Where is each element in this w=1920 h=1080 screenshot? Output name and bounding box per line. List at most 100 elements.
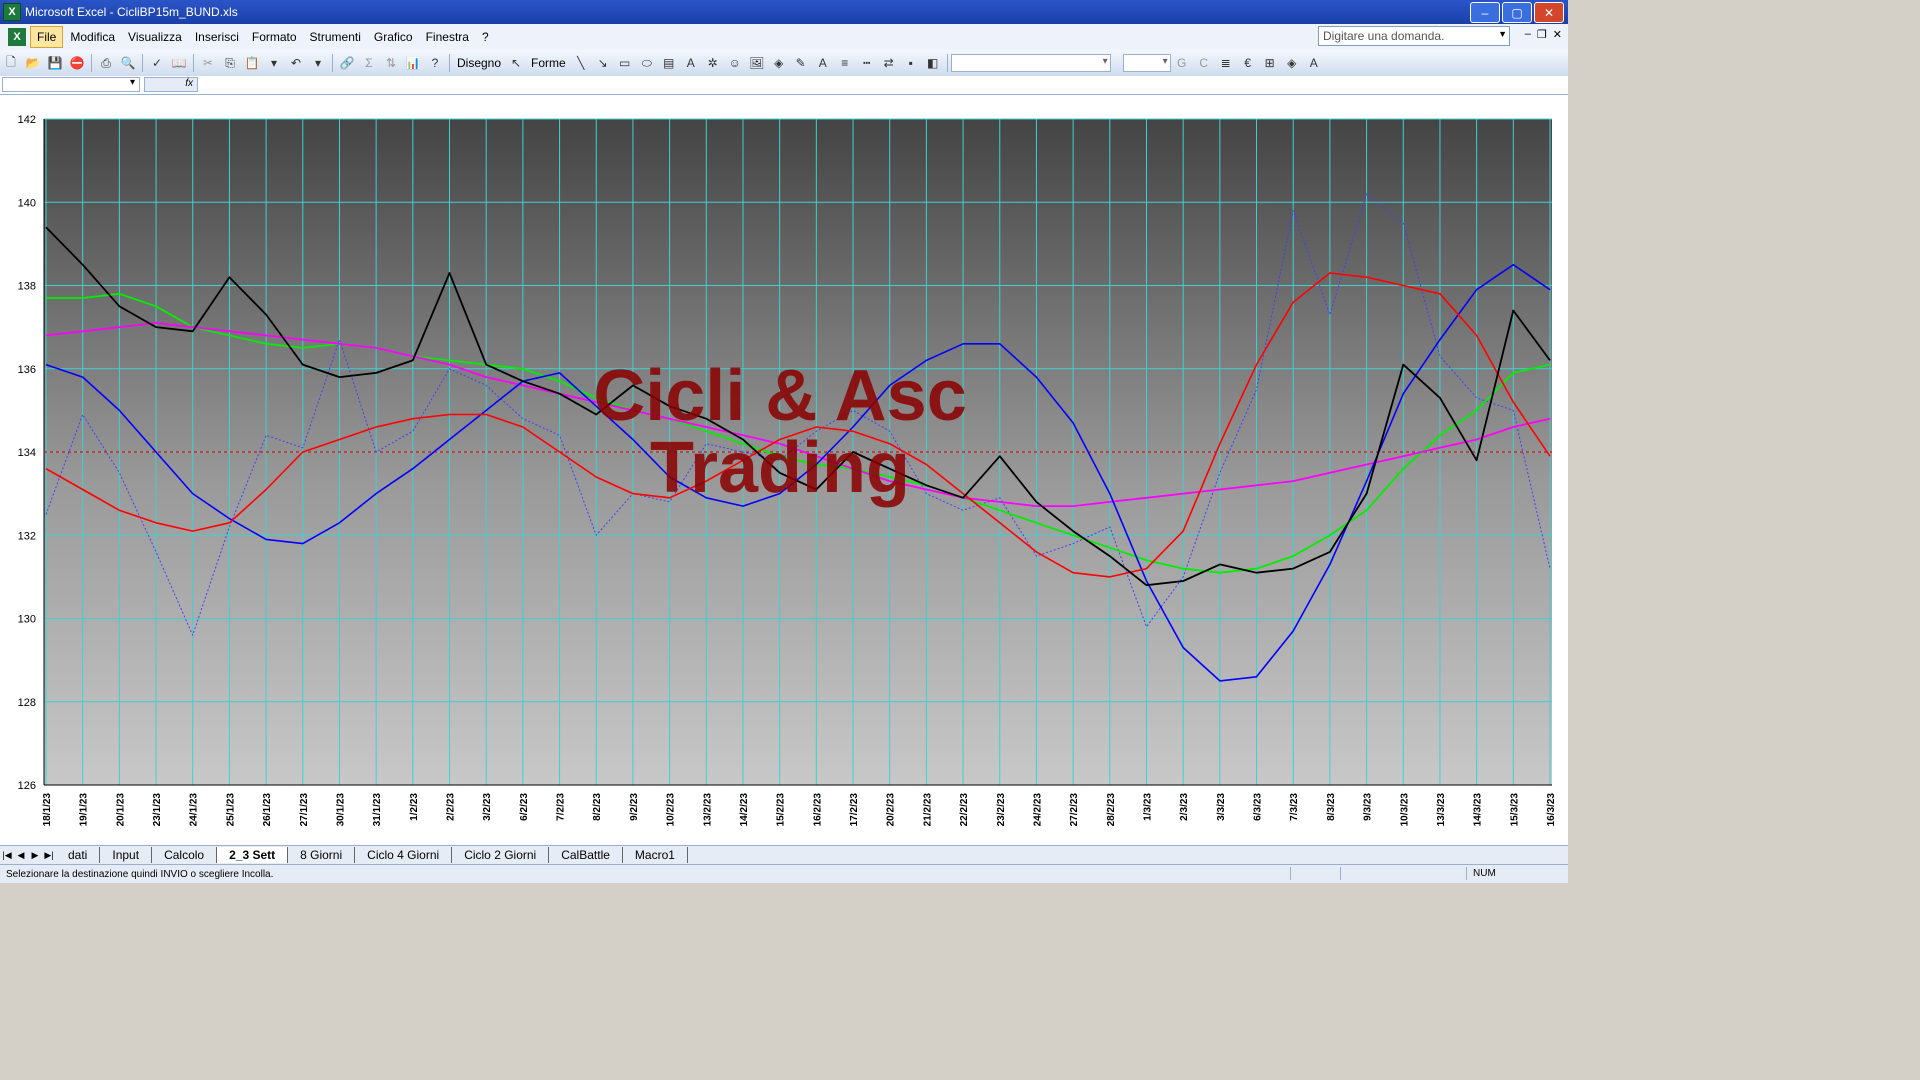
fill-color-2-icon[interactable]: ◈ bbox=[1282, 53, 1302, 73]
paste-icon[interactable]: 📋 bbox=[242, 53, 262, 73]
sort-icon[interactable]: ⇅ bbox=[381, 53, 401, 73]
sheet-tab-dati[interactable]: dati bbox=[56, 847, 101, 863]
3d-icon[interactable]: ◧ bbox=[923, 53, 943, 73]
prev-sheet-icon[interactable]: ◀ bbox=[14, 850, 28, 861]
x-tick-label: 16/3/23 bbox=[1546, 793, 1557, 827]
maximize-button[interactable]: ▢ bbox=[1502, 2, 1532, 23]
title-bar: X Microsoft Excel - CicliBP15m_BUND.xls … bbox=[0, 0, 1568, 24]
arrow-icon[interactable]: ↘ bbox=[593, 53, 613, 73]
autoshapes-menu[interactable]: Forme bbox=[527, 56, 570, 70]
workbook-restore-button[interactable]: ❐ bbox=[1537, 28, 1547, 41]
x-tick-label: 15/3/23 bbox=[1509, 793, 1520, 827]
sheet-tab-2-3-sett[interactable]: 2_3 Sett bbox=[217, 847, 289, 863]
chevron-down-icon[interactable]: ▼ bbox=[1498, 29, 1507, 39]
chart-wizard-icon[interactable]: 📊 bbox=[403, 53, 423, 73]
insert-function-button[interactable]: fx bbox=[144, 77, 198, 92]
y-tick-label: 134 bbox=[18, 447, 36, 459]
clipart-icon[interactable]: ☺ bbox=[725, 53, 745, 73]
workbook-icon[interactable]: X bbox=[8, 28, 26, 46]
menu-file[interactable]: File bbox=[30, 26, 64, 48]
undo-icon[interactable]: ↶ bbox=[286, 53, 306, 73]
minimize-button[interactable]: – bbox=[1470, 2, 1500, 23]
align-center-icon[interactable]: ≣ bbox=[1216, 53, 1236, 73]
textbox-icon[interactable]: ▤ bbox=[659, 53, 679, 73]
sheet-tab-macro1[interactable]: Macro1 bbox=[622, 847, 688, 863]
print-preview-icon[interactable]: 🔍 bbox=[118, 53, 138, 73]
paste-dropdown-icon[interactable]: ▾ bbox=[264, 53, 284, 73]
sheet-tab-ciclo-2-giorni[interactable]: Ciclo 2 Giorni bbox=[452, 847, 550, 863]
hyperlink-icon[interactable]: 🔗 bbox=[337, 53, 357, 73]
line-color-icon[interactable]: ✎ bbox=[791, 53, 811, 73]
workbook-minimize-button[interactable]: – bbox=[1525, 28, 1531, 41]
help-icon[interactable]: ? bbox=[425, 53, 445, 73]
permission-icon[interactable]: ⛔ bbox=[67, 53, 87, 73]
autosum-icon[interactable]: Σ bbox=[359, 53, 379, 73]
toolbar-separator bbox=[449, 54, 450, 72]
font-color-icon[interactable]: A bbox=[813, 53, 833, 73]
sheet-tab-8-giorni[interactable]: 8 Giorni bbox=[288, 847, 356, 863]
wordart-icon[interactable]: A bbox=[681, 53, 701, 73]
toolbar-separator bbox=[946, 54, 948, 72]
price-chart[interactable]: 126 128 130 132 134 136 138 140 142 18/1/23 19/1/… bbox=[0, 95, 1568, 845]
menu-help[interactable]: ? bbox=[476, 27, 495, 47]
menu-finestra[interactable]: Finestra bbox=[420, 27, 475, 47]
sheet-tab-calcolo[interactable]: Calcolo bbox=[152, 847, 218, 863]
y-tick-label: 136 bbox=[18, 364, 36, 376]
cut-icon[interactable]: ✂ bbox=[198, 53, 218, 73]
x-tick-label: 14/3/23 bbox=[1473, 793, 1484, 827]
y-tick-label: 138 bbox=[18, 281, 36, 293]
x-tick-label: 10/3/23 bbox=[1399, 793, 1410, 827]
oval-icon[interactable]: ⬭ bbox=[637, 53, 657, 73]
rectangle-icon[interactable]: ▭ bbox=[615, 53, 635, 73]
menu-formato[interactable]: Formato bbox=[246, 27, 303, 47]
spelling-icon[interactable]: ✓ bbox=[147, 53, 167, 73]
workbook-close-button[interactable]: ✕ bbox=[1553, 28, 1562, 41]
menu-inserisci[interactable]: Inserisci bbox=[189, 27, 245, 47]
sheet-tab-calbattle[interactable]: CalBattle bbox=[549, 847, 623, 863]
x-tick-label: 22/2/23 bbox=[959, 793, 970, 827]
toolbar: 🗋 📂 💾 ⛔ ⎙ 🔍 ✓ 📖 ✂ ⎘ 📋 ▾ ↶ ▾ 🔗 Σ ⇅ 📊 ? Di… bbox=[0, 50, 1568, 77]
select-objects-icon[interactable]: ↖ bbox=[506, 53, 526, 73]
line-icon[interactable]: ╲ bbox=[571, 53, 591, 73]
undo-dropdown-icon[interactable]: ▾ bbox=[308, 53, 328, 73]
draw-menu[interactable]: Disegno bbox=[453, 56, 505, 70]
font-name-combo[interactable] bbox=[950, 54, 1111, 72]
font-size-combo[interactable] bbox=[1122, 54, 1171, 72]
excel-app-icon[interactable]: X bbox=[3, 3, 21, 21]
fill-color-icon[interactable]: ◈ bbox=[769, 53, 789, 73]
shadow-icon[interactable]: ▪ bbox=[901, 53, 921, 73]
save-icon[interactable]: 💾 bbox=[45, 53, 65, 73]
borders-icon[interactable]: ⊞ bbox=[1260, 53, 1280, 73]
research-icon[interactable]: 📖 bbox=[169, 53, 189, 73]
menu-modifica[interactable]: Modifica bbox=[64, 27, 121, 47]
window-title: Microsoft Excel - CicliBP15m_BUND.xls bbox=[25, 5, 238, 19]
chart-area[interactable]: 126 128 130 132 134 136 138 140 142 18/1/23 19/1/… bbox=[0, 95, 1568, 845]
picture-icon[interactable]: 🖼 bbox=[747, 53, 767, 73]
menu-visualizza[interactable]: Visualizza bbox=[122, 27, 188, 47]
close-button[interactable]: ✕ bbox=[1534, 2, 1564, 23]
euro-icon[interactable]: € bbox=[1238, 53, 1258, 73]
print-icon[interactable]: ⎙ bbox=[96, 53, 116, 73]
font-color-2-icon[interactable]: A bbox=[1304, 53, 1324, 73]
new-icon[interactable]: 🗋 bbox=[1, 53, 21, 73]
copy-icon[interactable]: ⎘ bbox=[220, 53, 240, 73]
last-sheet-icon[interactable]: ▶| bbox=[42, 850, 56, 861]
bold-icon[interactable]: G bbox=[1172, 53, 1192, 73]
sheet-tab-input[interactable]: Input bbox=[100, 847, 153, 863]
menu-grafico[interactable]: Grafico bbox=[368, 27, 419, 47]
sheet-tab-ciclo-4-giorni[interactable]: Ciclo 4 Giorni bbox=[355, 847, 453, 863]
x-tick-label: 3/3/23 bbox=[1216, 793, 1227, 821]
arrow-style-icon[interactable]: ⇄ bbox=[879, 53, 899, 73]
open-icon[interactable]: 📂 bbox=[23, 53, 43, 73]
line-style-icon[interactable]: ≡ bbox=[835, 53, 855, 73]
help-question-input[interactable]: Digitare una domanda. ▼ bbox=[1318, 26, 1510, 46]
x-tick-label: 18/1/23 bbox=[42, 793, 53, 827]
toolbar-separator bbox=[91, 54, 92, 72]
name-box[interactable] bbox=[2, 77, 140, 92]
dash-style-icon[interactable]: ┅ bbox=[857, 53, 877, 73]
menu-strumenti[interactable]: Strumenti bbox=[304, 27, 367, 47]
next-sheet-icon[interactable]: ▶ bbox=[28, 850, 42, 861]
diagram-icon[interactable]: ✲ bbox=[703, 53, 723, 73]
first-sheet-icon[interactable]: |◀ bbox=[0, 850, 14, 861]
italic-icon[interactable]: C bbox=[1194, 53, 1214, 73]
